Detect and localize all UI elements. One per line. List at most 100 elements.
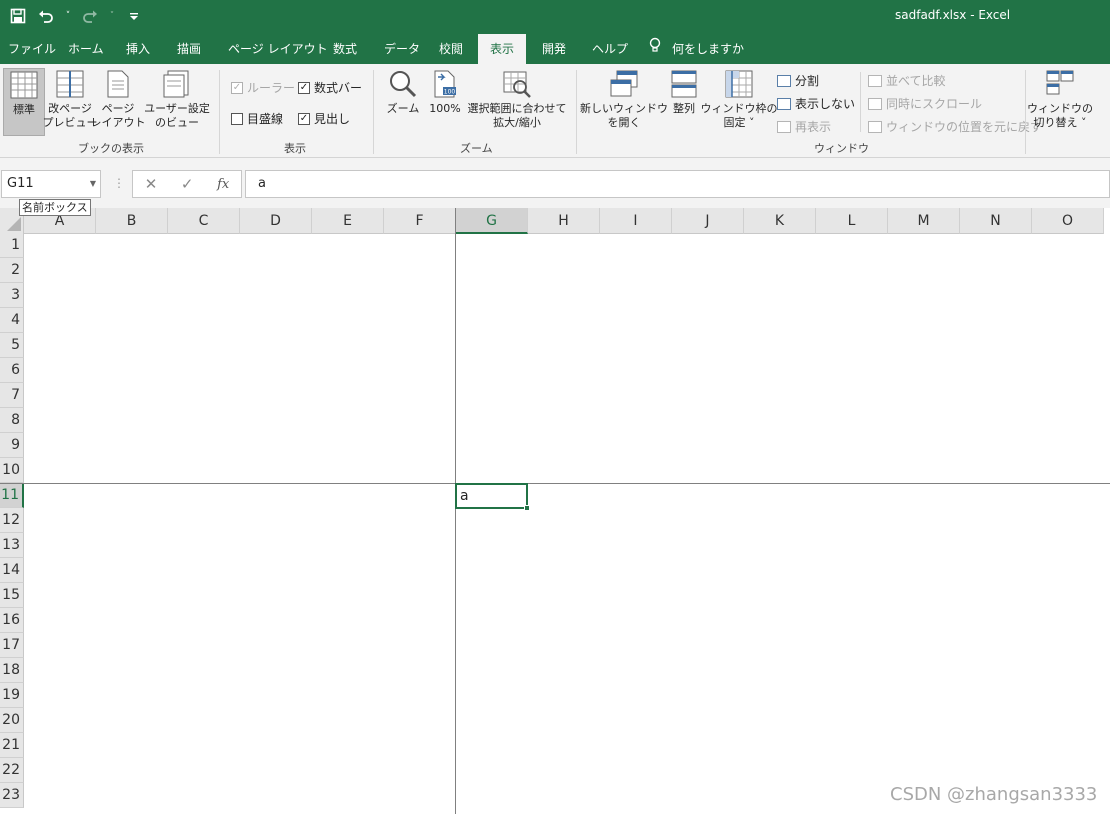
headings-checkbox[interactable]: ✓ 見出し bbox=[298, 110, 350, 127]
row-header[interactable]: 21 bbox=[0, 733, 24, 758]
page-layout-view-button[interactable]: ページ レイアウト bbox=[91, 68, 146, 136]
column-header[interactable]: N bbox=[960, 208, 1032, 234]
tab-page-layout[interactable]: ページ レイアウト bbox=[226, 34, 330, 64]
row-header[interactable]: 15 bbox=[0, 583, 24, 608]
synchronous-scrolling-button[interactable]: 同時にスクロール bbox=[868, 95, 982, 112]
column-header[interactable]: O bbox=[1032, 208, 1104, 234]
svg-text:100: 100 bbox=[444, 89, 456, 96]
row-header[interactable]: 1 bbox=[0, 233, 24, 258]
normal-view-button[interactable]: 標準 bbox=[3, 68, 45, 136]
formula-input[interactable]: a bbox=[245, 170, 1110, 198]
row-header[interactable]: 3 bbox=[0, 283, 24, 308]
tell-me-box[interactable]: 何をしますか bbox=[648, 34, 744, 64]
window-title: sadfadf.xlsx - Excel bbox=[895, 8, 1011, 22]
split-icon bbox=[777, 74, 791, 87]
formula-bar-resize-handle[interactable]: ⋮ bbox=[113, 176, 125, 190]
ruler-checkbox[interactable]: ✓ ルーラー bbox=[231, 79, 295, 96]
split-button[interactable]: 分割 bbox=[777, 72, 819, 89]
row-header[interactable]: 23 bbox=[0, 783, 24, 808]
column-header[interactable]: I bbox=[600, 208, 672, 234]
group-separator bbox=[219, 70, 220, 154]
page-break-preview-button[interactable]: 改ページ プレビュー bbox=[43, 68, 98, 136]
fill-handle[interactable] bbox=[524, 505, 530, 511]
column-header[interactable]: B bbox=[96, 208, 168, 234]
group-label-zoom: ズーム bbox=[460, 142, 493, 155]
group-separator bbox=[373, 70, 374, 154]
row-header[interactable]: 16 bbox=[0, 608, 24, 633]
tab-insert[interactable]: 挿入 bbox=[124, 34, 152, 64]
save-icon[interactable] bbox=[8, 6, 28, 26]
active-cell[interactable]: a bbox=[455, 483, 530, 511]
row-header[interactable]: 14 bbox=[0, 558, 24, 583]
row-header[interactable]: 8 bbox=[0, 408, 24, 433]
column-header[interactable]: K bbox=[744, 208, 816, 234]
column-header[interactable]: G bbox=[456, 208, 528, 234]
zoom-100-button[interactable]: 100 100% bbox=[425, 68, 465, 136]
column-header[interactable]: L bbox=[816, 208, 888, 234]
row-header[interactable]: 18 bbox=[0, 658, 24, 683]
tab-developer[interactable]: 開発 bbox=[540, 34, 568, 64]
reset-window-position-button[interactable]: ウィンドウの位置を元に戻す bbox=[868, 118, 1042, 135]
formula-bar-checkbox[interactable]: ✓ 数式バー bbox=[298, 79, 362, 96]
gridlines-checkbox[interactable]: 目盛線 bbox=[231, 110, 283, 127]
row-header[interactable]: 2 bbox=[0, 258, 24, 283]
enter-icon[interactable]: ✓ bbox=[181, 175, 194, 193]
row-header[interactable]: 11 bbox=[0, 483, 24, 508]
group-label-window: ウィンドウ bbox=[814, 142, 869, 155]
group-separator bbox=[576, 70, 577, 154]
hide-window-button[interactable]: 表示しない bbox=[777, 95, 855, 112]
unhide-window-icon bbox=[777, 120, 791, 133]
arrange-all-button[interactable]: 整列 bbox=[667, 68, 701, 136]
row-header[interactable]: 9 bbox=[0, 433, 24, 458]
unhide-window-button[interactable]: 再表示 bbox=[777, 118, 831, 135]
column-header[interactable]: C bbox=[168, 208, 240, 234]
name-box-dropdown-icon[interactable]: ▼ bbox=[90, 171, 96, 197]
view-side-by-side-button[interactable]: 並べて比較 bbox=[868, 72, 946, 89]
column-header[interactable]: E bbox=[312, 208, 384, 234]
tab-view[interactable]: 表示 bbox=[478, 34, 527, 64]
insert-function-icon[interactable]: fx bbox=[217, 177, 229, 192]
row-header[interactable]: 13 bbox=[0, 533, 24, 558]
group-separator bbox=[860, 72, 861, 132]
row-header[interactable]: 19 bbox=[0, 683, 24, 708]
undo-dropdown-icon[interactable]: ˅ bbox=[64, 6, 72, 26]
name-box[interactable]: G11 ▼ bbox=[1, 170, 101, 198]
column-header[interactable]: F bbox=[384, 208, 456, 234]
undo-icon[interactable] bbox=[36, 6, 56, 26]
column-header[interactable]: J bbox=[672, 208, 744, 234]
column-header[interactable]: M bbox=[888, 208, 960, 234]
arrange-all-icon bbox=[669, 68, 699, 100]
page-break-icon bbox=[55, 68, 85, 100]
column-header[interactable]: D bbox=[240, 208, 312, 234]
redo-icon[interactable] bbox=[80, 6, 100, 26]
row-header[interactable]: 4 bbox=[0, 308, 24, 333]
switch-windows-button[interactable]: ウィンドウの 切り替え ˅ bbox=[1027, 68, 1093, 136]
custom-views-button[interactable]: ユーザー設定 のビュー bbox=[143, 68, 211, 136]
tab-file[interactable]: ファイル bbox=[6, 34, 58, 64]
tab-help[interactable]: ヘルプ bbox=[590, 34, 630, 64]
zoom-to-selection-button[interactable]: 選択範囲に合わせて 拡大/縮小 bbox=[466, 68, 568, 136]
switch-windows-icon bbox=[1045, 68, 1075, 100]
row-header[interactable]: 17 bbox=[0, 633, 24, 658]
tab-draw[interactable]: 描画 bbox=[175, 34, 203, 64]
row-header[interactable]: 12 bbox=[0, 508, 24, 533]
hide-window-icon bbox=[777, 97, 791, 110]
tab-review[interactable]: 校閲 bbox=[437, 34, 465, 64]
row-header[interactable]: 20 bbox=[0, 708, 24, 733]
row-header[interactable]: 7 bbox=[0, 383, 24, 408]
tab-home[interactable]: ホーム bbox=[66, 34, 106, 64]
new-window-button[interactable]: 新しいウィンドウ を開く bbox=[580, 68, 668, 136]
redo-dropdown-icon[interactable]: ˅ bbox=[108, 6, 116, 26]
row-header[interactable]: 10 bbox=[0, 458, 24, 483]
freeze-panes-button[interactable]: ウィンドウ枠の 固定 ˅ bbox=[701, 68, 778, 136]
column-header[interactable]: H bbox=[528, 208, 600, 234]
row-header[interactable]: 6 bbox=[0, 358, 24, 383]
tab-data[interactable]: データ bbox=[382, 34, 422, 64]
row-header[interactable]: 22 bbox=[0, 758, 24, 783]
cancel-icon[interactable]: ✕ bbox=[145, 175, 158, 193]
worksheet-grid[interactable]: ABCDEFGHIJKLMNO 1 2 3 4 5 6 7 8 9 10 11 12 13 14 15 16 1… bbox=[0, 208, 1110, 814]
row-header[interactable]: 5 bbox=[0, 333, 24, 358]
customize-qat-icon[interactable] bbox=[124, 6, 144, 26]
zoom-button[interactable]: ズーム bbox=[383, 68, 423, 136]
tab-formulas[interactable]: 数式 bbox=[331, 34, 359, 64]
